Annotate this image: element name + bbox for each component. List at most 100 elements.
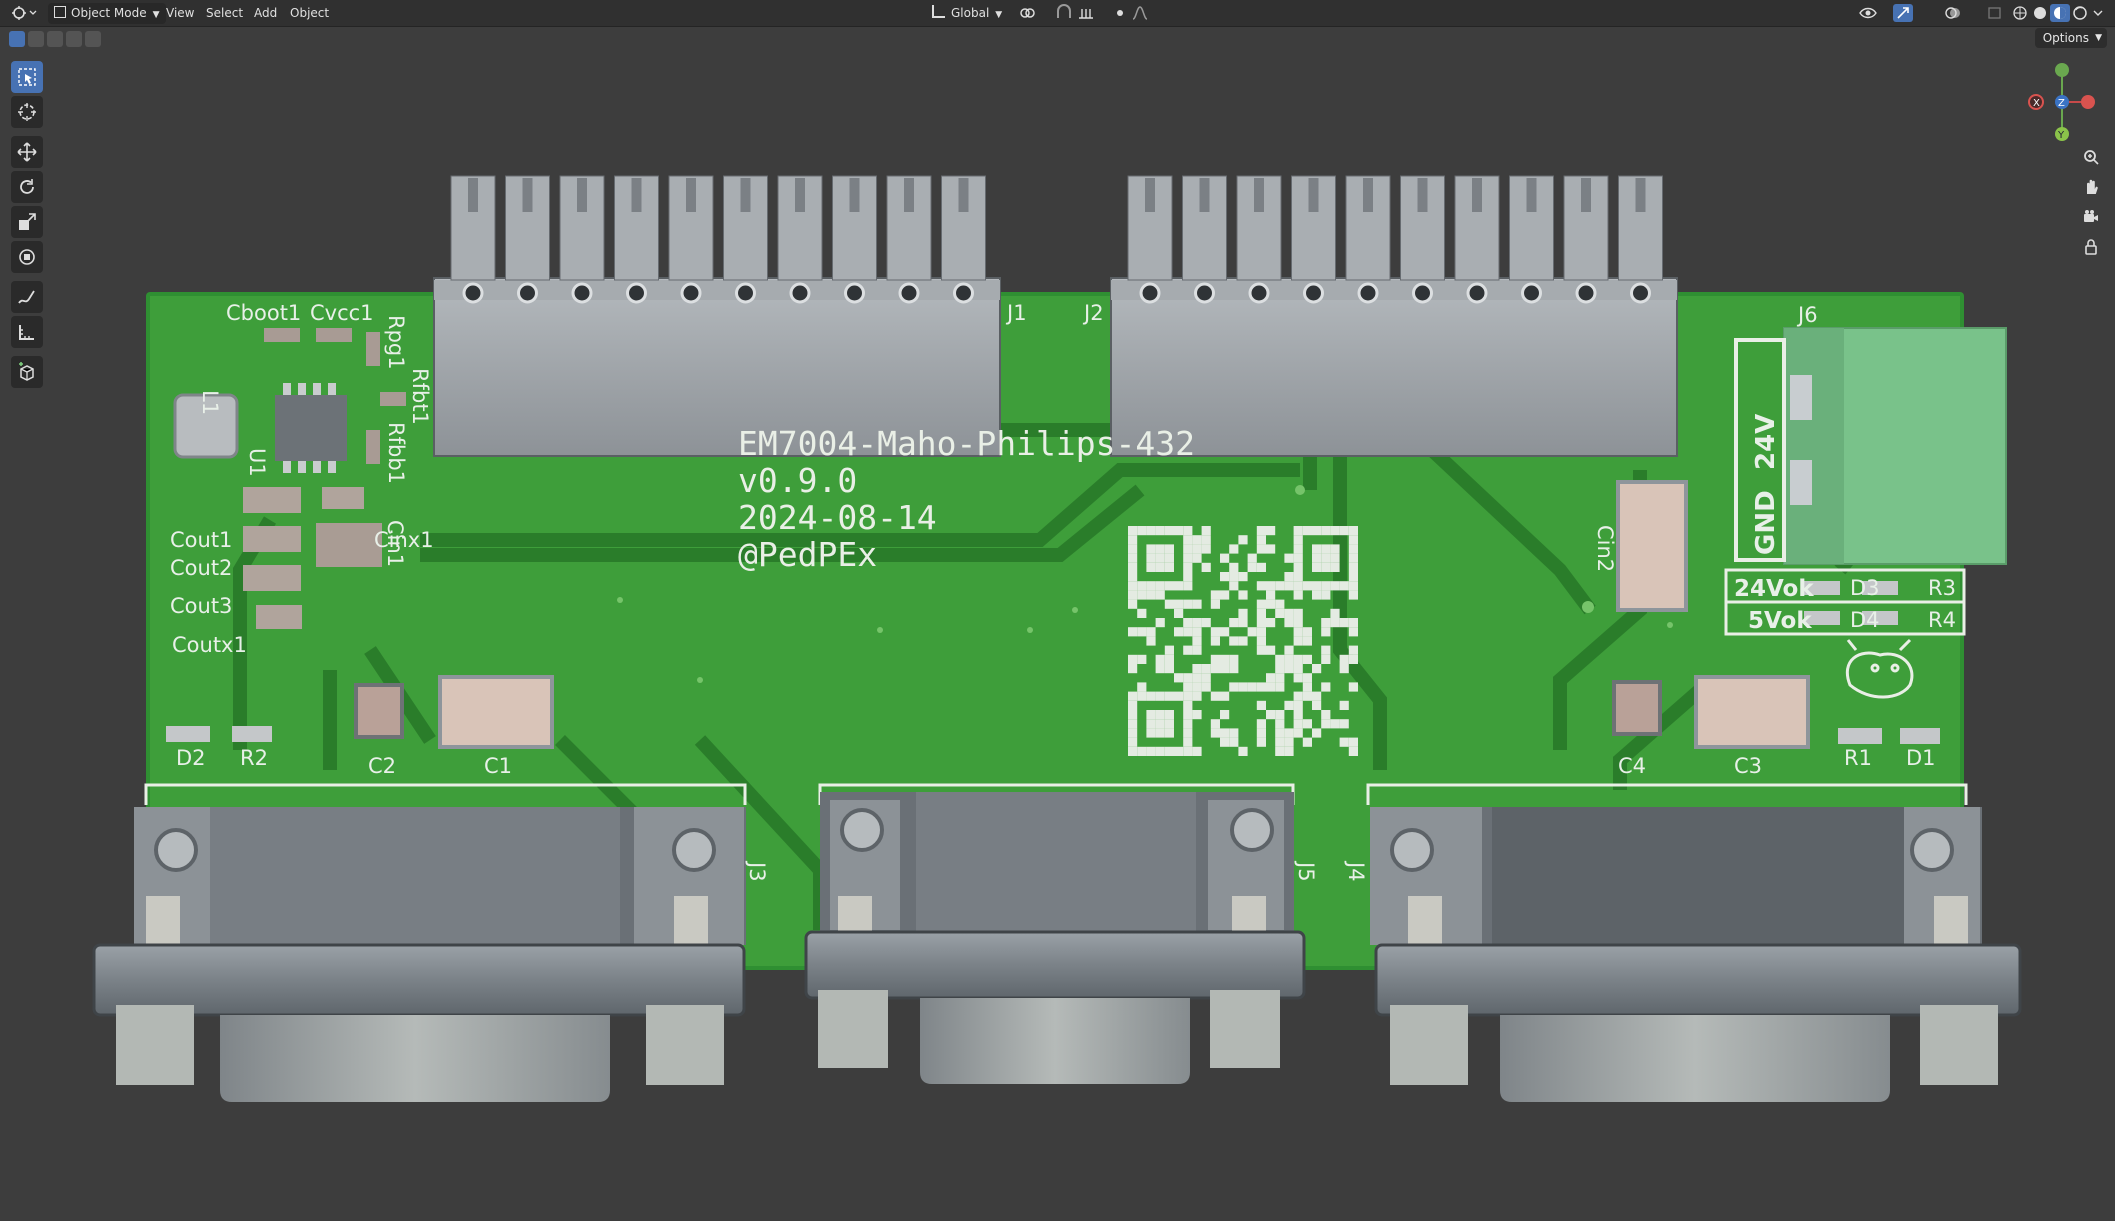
menu-select[interactable]: Select: [200, 3, 249, 24]
rendered-shading-icon[interactable]: [2070, 4, 2090, 22]
qr-module: [1339, 719, 1349, 729]
visibility-icon[interactable]: [1858, 4, 1878, 22]
qr-module: [1293, 553, 1303, 563]
qr-module: [1256, 562, 1266, 572]
header-pin-hole: [571, 282, 593, 304]
header-pin-latch: [686, 178, 696, 212]
qr-module: [1164, 562, 1174, 572]
select-intersect-mode-icon[interactable]: [85, 31, 101, 47]
qr-module: [1155, 581, 1165, 591]
editor-type-icon[interactable]: [10, 4, 40, 22]
qr-module: [1266, 599, 1276, 609]
snap-target-icon[interactable]: [1076, 4, 1096, 22]
qr-module: [1293, 700, 1303, 710]
menu-view[interactable]: View: [160, 3, 200, 24]
mode-dropdown[interactable]: Object Mode ▼: [48, 3, 166, 24]
board-date: 2024-08-14: [738, 498, 937, 537]
qr-module: [1183, 728, 1193, 738]
menu-add[interactable]: Add: [248, 3, 283, 24]
overlays-icon[interactable]: [1943, 4, 1963, 22]
orientation-icon: [932, 5, 945, 18]
qr-module: [1302, 636, 1312, 646]
qr-module: [1293, 654, 1303, 664]
label-cin2: Cin2: [1593, 525, 1617, 572]
qr-module: [1293, 710, 1303, 720]
qr-module: [1220, 627, 1230, 637]
header-pin-latch: [468, 178, 478, 212]
gizmo-toggle-icon[interactable]: [1893, 4, 1913, 22]
options-dropdown[interactable]: Options ▼: [2034, 28, 2107, 48]
transform-orientation-dropdown[interactable]: Global ▼: [932, 3, 1002, 24]
label-5vok: 5Vok: [1748, 608, 1812, 634]
header-pin-latch: [1199, 178, 1210, 212]
label-d3: D3: [1850, 576, 1880, 600]
qr-module: [1192, 664, 1202, 674]
falloff-icon[interactable]: [1130, 4, 1150, 22]
qr-module: [1321, 618, 1331, 628]
label-r1: R1: [1844, 746, 1872, 770]
qr-module: [1302, 691, 1312, 701]
pivot-point-icon[interactable]: [1018, 4, 1038, 22]
qr-module: [1164, 544, 1174, 554]
qr-module: [1220, 590, 1230, 600]
qr-module: [1155, 618, 1165, 628]
header-pin-latch: [1254, 178, 1264, 212]
qr-module: [1247, 553, 1257, 563]
qr-module: [1192, 645, 1202, 655]
qr-module: [1155, 590, 1165, 600]
qr-module: [1266, 590, 1276, 600]
qr-module: [1247, 682, 1257, 692]
qr-module: [1146, 746, 1156, 756]
select-extend-mode-icon[interactable]: [28, 31, 44, 47]
qr-module: [1312, 553, 1322, 563]
qr-module: [1128, 535, 1138, 545]
qr-module: [1137, 627, 1147, 637]
select-invert-mode-icon[interactable]: [66, 31, 82, 47]
qr-module: [1321, 710, 1331, 720]
qr-module: [1256, 526, 1266, 536]
qr-module: [1192, 544, 1202, 554]
label-c3: C3: [1734, 754, 1762, 778]
qr-module: [1256, 581, 1266, 591]
viewport-3d-scene[interactable]: EM7004-Maho-Philips-432 v0.9.0 2024-08-1…: [0, 50, 2115, 1221]
qr-module: [1155, 654, 1165, 664]
qr-module: [1183, 526, 1193, 536]
qr-module: [1284, 746, 1294, 756]
qr-module: [1321, 562, 1331, 572]
label-cout3: Cout3: [170, 594, 232, 618]
select-set-mode-icon[interactable]: [9, 31, 25, 47]
material-shading-icon[interactable]: [2050, 4, 2070, 22]
xray-icon[interactable]: [1985, 4, 2005, 22]
qr-module: [1348, 682, 1358, 692]
qr-module: [1348, 553, 1358, 563]
select-subtract-mode-icon[interactable]: [47, 31, 63, 47]
qr-module: [1164, 599, 1174, 609]
label-r2: R2: [240, 746, 268, 770]
qr-module: [1339, 581, 1349, 591]
qr-module: [1321, 719, 1331, 729]
qr-module: [1210, 664, 1220, 674]
qr-module: [1192, 627, 1202, 637]
qr-module: [1229, 682, 1239, 692]
qr-module: [1312, 581, 1322, 591]
qr-module: [1128, 664, 1138, 674]
solid-shading-icon[interactable]: [2030, 4, 2050, 22]
object-mode-icon: [54, 6, 66, 18]
label-cout1: Cout1: [170, 528, 232, 552]
proportional-edit-icon[interactable]: [1110, 4, 1130, 22]
menu-object[interactable]: Object: [284, 3, 335, 24]
chevron-down-icon[interactable]: [2090, 4, 2106, 22]
qr-module: [1266, 581, 1276, 591]
qr-module: [1293, 636, 1303, 646]
label-u1: U1: [245, 448, 269, 477]
qr-module: [1201, 682, 1211, 692]
snap-icon[interactable]: [1054, 4, 1074, 22]
qr-module: [1275, 664, 1285, 674]
qr-module: [1155, 553, 1165, 563]
qr-module: [1238, 682, 1248, 692]
capacitor-c4: [1612, 680, 1662, 736]
tool-settings-bar: [0, 28, 2115, 50]
wireframe-shading-icon[interactable]: [2010, 4, 2030, 22]
qr-module: [1256, 737, 1266, 747]
qr-module: [1229, 618, 1239, 628]
